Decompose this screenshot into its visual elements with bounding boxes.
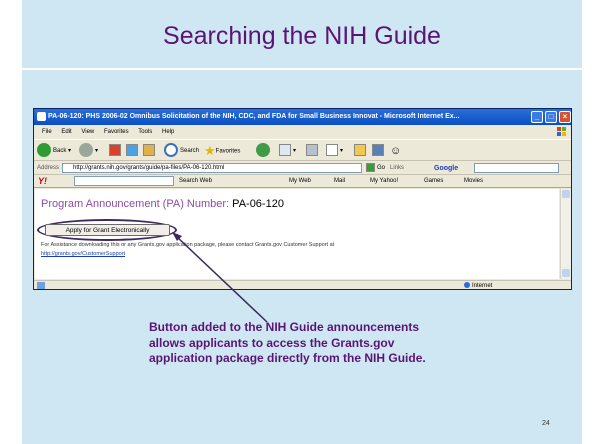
folder-icon — [354, 144, 366, 157]
scroll-down-arrow[interactable] — [562, 269, 570, 277]
mail-icon — [279, 144, 291, 157]
minimize-button[interactable]: _ — [531, 111, 543, 123]
yahoo-search-input[interactable] — [74, 176, 174, 186]
links-button[interactable]: Links — [390, 162, 404, 175]
movies-button[interactable]: Movies — [464, 175, 483, 188]
menu-help[interactable]: Help — [162, 126, 174, 138]
forward-button[interactable]: ▾ — [79, 143, 98, 159]
maximize-button[interactable]: □ — [545, 111, 557, 123]
star-icon: ★ — [204, 143, 216, 158]
mail-link[interactable]: Mail — [334, 175, 345, 188]
research-icon — [372, 144, 384, 157]
folder-button[interactable] — [354, 143, 368, 159]
go-button[interactable]: Go — [366, 163, 385, 173]
globe-icon — [464, 282, 470, 289]
slide: Searching the NIH Guide PA-06-120: PHS 2… — [22, 0, 582, 444]
go-arrow-icon — [366, 163, 375, 172]
window-titlebar[interactable]: PA-06-120: PHS 2006-02 Omnibus Solicitat… — [34, 109, 571, 125]
research-button[interactable] — [372, 143, 386, 159]
menu-view[interactable]: View — [81, 126, 94, 138]
security-zone: Internet — [464, 281, 492, 289]
title-divider — [22, 68, 582, 70]
search-button[interactable]: Search — [164, 143, 199, 159]
standard-toolbar: Back ▾ ▾ Search ★Favorites ▾ ▾ ☺ — [34, 139, 571, 161]
ie-icon — [37, 112, 46, 121]
back-button[interactable]: Back ▾ — [37, 143, 71, 159]
print-icon — [306, 144, 318, 157]
yahoo-logo[interactable]: Y! — [38, 175, 47, 188]
back-arrow-icon — [37, 143, 51, 158]
pa-number: PA-06-120 — [232, 198, 284, 210]
vertical-scrollbar[interactable] — [560, 189, 571, 279]
menu-edit[interactable]: Edit — [61, 126, 71, 138]
print-button[interactable] — [306, 143, 320, 159]
slide-title: Searching the NIH Guide — [163, 22, 441, 50]
callout-text: Button added to the NIH Guide announceme… — [149, 320, 426, 365]
close-button[interactable]: × — [559, 111, 571, 123]
yahoo-toolbar: Y! Search Web My Web Mail My Yahoo! Game… — [34, 175, 571, 188]
windows-logo-icon — [557, 127, 566, 136]
mail-button[interactable]: ▾ — [279, 143, 296, 159]
search-web-button[interactable]: Search Web — [179, 175, 212, 188]
stop-icon — [109, 144, 121, 157]
pa-label: Program Announcement (PA) Number: — [41, 198, 230, 210]
menu-bar: File Edit View Favorites Tools Help — [34, 126, 571, 138]
stop-button[interactable] — [109, 143, 123, 159]
history-icon — [256, 143, 270, 158]
messenger-icon: ☺ — [390, 145, 402, 157]
games-button[interactable]: Games — [424, 175, 443, 188]
menu-favorites[interactable]: Favorites — [104, 126, 129, 138]
my-web-button[interactable]: My Web — [289, 175, 311, 188]
browser-window: PA-06-120: PHS 2006-02 Omnibus Solicitat… — [33, 108, 572, 290]
home-icon — [143, 144, 155, 157]
status-bar: Internet — [34, 280, 571, 289]
address-bar: Address http://grants.nih.gov/grants/gui… — [34, 162, 571, 175]
google-logo: Google — [434, 165, 459, 172]
edit-page-icon — [326, 144, 338, 157]
my-yahoo-button[interactable]: My Yahoo! — [370, 175, 398, 188]
page-icon — [37, 282, 45, 289]
customer-support-link[interactable]: http://grants.gov/CustomerSupport — [41, 251, 125, 257]
address-label: Address — [37, 165, 60, 171]
scroll-up-arrow[interactable] — [562, 190, 570, 198]
apply-electronically-button[interactable]: Apply for Grant Electronically — [45, 224, 170, 236]
address-input[interactable]: http://grants.nih.gov/grants/guide/pa-fi… — [62, 163, 362, 173]
pa-heading: Program Announcement (PA) Number: PA-06-… — [41, 198, 284, 210]
page-number: 24 — [542, 420, 550, 427]
refresh-icon — [126, 144, 138, 157]
support-notice: For Assistance downloading this or any G… — [41, 242, 335, 248]
window-title: PA-06-120: PHS 2006-02 Omnibus Solicitat… — [48, 113, 460, 120]
messenger-button[interactable]: ☺ — [390, 143, 401, 159]
menu-tools[interactable]: Tools — [138, 126, 152, 138]
history-button[interactable] — [256, 143, 272, 159]
edit-button[interactable]: ▾ — [326, 143, 343, 159]
refresh-button[interactable] — [126, 143, 140, 159]
menu-file[interactable]: File — [42, 126, 52, 138]
home-button[interactable] — [143, 143, 157, 159]
favorites-button[interactable]: ★Favorites — [204, 143, 240, 159]
google-search-input[interactable] — [474, 163, 559, 173]
search-icon — [164, 143, 178, 158]
page-content: Program Announcement (PA) Number: PA-06-… — [35, 189, 559, 279]
forward-arrow-icon — [79, 143, 93, 158]
